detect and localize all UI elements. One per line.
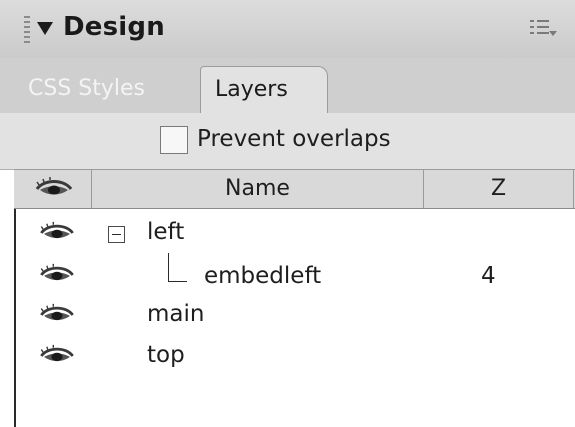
eye-icon[interactable] bbox=[38, 344, 76, 368]
column-z[interactable]: Z bbox=[424, 170, 574, 208]
layer-row[interactable]: embedleft 4 bbox=[16, 257, 575, 299]
tab-css-styles[interactable]: CSS Styles bbox=[28, 76, 145, 101]
layer-name: left bbox=[147, 219, 185, 245]
layer-z-index: 4 bbox=[481, 263, 496, 289]
tree-connector bbox=[168, 253, 187, 282]
eye-icon[interactable] bbox=[38, 303, 76, 327]
layer-name: embedleft bbox=[204, 263, 322, 289]
column-name-label: Name bbox=[225, 176, 290, 201]
layer-name: main bbox=[147, 301, 205, 327]
tab-layers[interactable]: Layers bbox=[200, 66, 328, 114]
eye-icon[interactable] bbox=[38, 263, 76, 287]
column-header: Name Z bbox=[14, 169, 575, 209]
prevent-overlaps-checkbox[interactable] bbox=[160, 126, 188, 154]
layer-row[interactable]: main bbox=[16, 299, 575, 341]
layer-row[interactable]: left bbox=[16, 215, 575, 257]
column-name[interactable]: Name bbox=[92, 170, 424, 208]
panel-header[interactable]: Design bbox=[0, 0, 575, 59]
layers-list: left embedleft 4 main top bbox=[14, 209, 575, 427]
options-row: Prevent overlaps bbox=[0, 113, 575, 170]
grip-icon[interactable] bbox=[24, 16, 30, 44]
panel-options-icon[interactable] bbox=[530, 20, 557, 42]
eye-icon bbox=[35, 177, 73, 195]
triangle-down-icon[interactable] bbox=[37, 22, 53, 35]
collapse-toggle[interactable] bbox=[108, 226, 125, 243]
tab-layers-label: Layers bbox=[215, 77, 288, 102]
column-visibility[interactable] bbox=[14, 170, 92, 208]
column-z-label: Z bbox=[490, 176, 507, 201]
layer-name: top bbox=[147, 342, 185, 368]
prevent-overlaps-label[interactable]: Prevent overlaps bbox=[197, 126, 391, 152]
panel-title[interactable]: Design bbox=[63, 12, 165, 42]
eye-icon[interactable] bbox=[38, 221, 76, 245]
design-panel: Design CSS Styles Layers Prevent overlap… bbox=[0, 0, 575, 427]
layer-row[interactable]: top bbox=[16, 341, 575, 383]
